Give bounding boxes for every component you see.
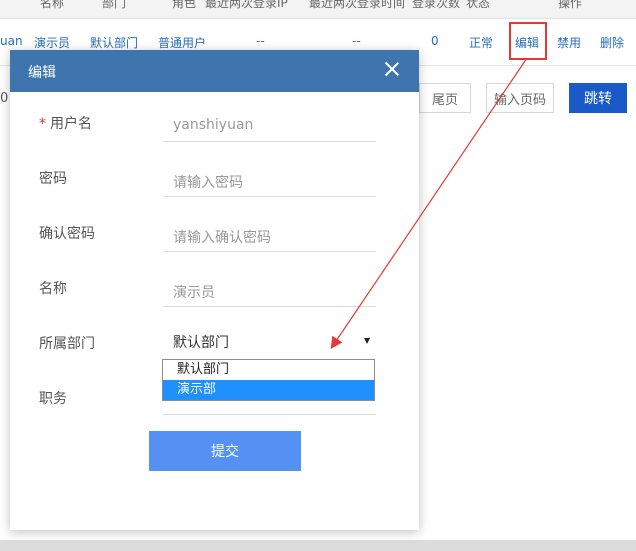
arrow-line — [330, 57, 528, 349]
annotation-arrow — [330, 57, 528, 349]
